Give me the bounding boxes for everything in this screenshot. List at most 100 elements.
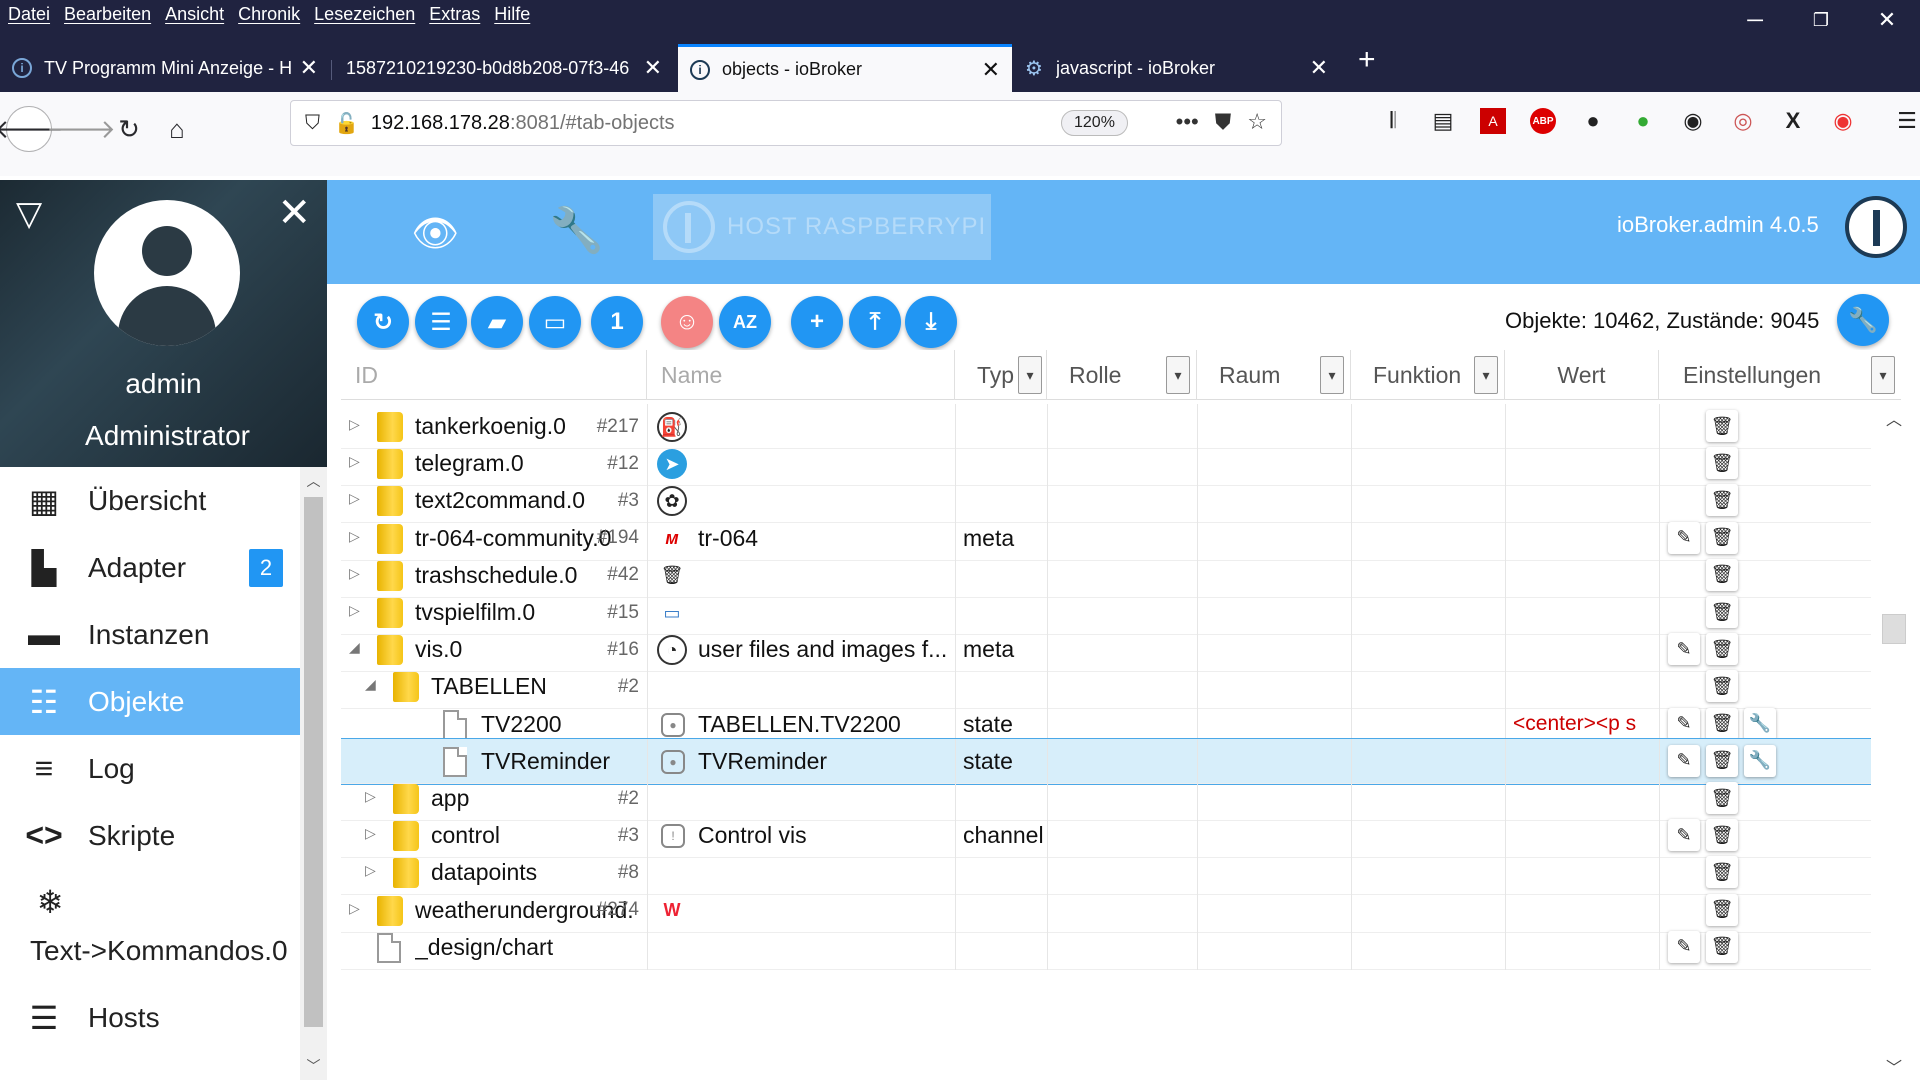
delete-button[interactable]: 🗑 xyxy=(1706,893,1738,926)
add-object-button[interactable]: + xyxy=(791,296,843,348)
sidebar-icon[interactable]: ▤ xyxy=(1430,108,1456,134)
more-icon[interactable]: ••• xyxy=(1176,109,1199,135)
delete-button[interactable]: 🗑 xyxy=(1706,558,1738,591)
delete-button[interactable]: 🗑 xyxy=(1706,484,1738,517)
role-dropdown-icon[interactable]: ▾ xyxy=(1166,356,1190,394)
edit-button[interactable]: ✎ xyxy=(1668,521,1700,554)
browser-tab-tv-programm[interactable]: i TV Programm Mini Anzeige - H ✕ xyxy=(0,44,330,92)
column-room[interactable]: Raum ▾ xyxy=(1197,350,1351,400)
collapse-arrow-icon[interactable]: ◢ xyxy=(365,676,376,693)
scrollbar-thumb[interactable] xyxy=(1882,614,1906,644)
menu-chronik[interactable]: Chronik xyxy=(238,4,300,25)
sidebar-item-log[interactable]: ≡ Log xyxy=(0,735,300,802)
column-role[interactable]: Rolle ▾ xyxy=(1047,350,1197,400)
extension-x-icon[interactable]: X xyxy=(1780,108,1806,134)
scroll-down-icon[interactable]: ﹀ xyxy=(1880,1054,1908,1078)
custom-settings-button[interactable]: 🔧 xyxy=(1744,707,1776,740)
tab-close-icon[interactable]: ✕ xyxy=(644,55,662,81)
custom-settings-button[interactable]: 🔧 xyxy=(1744,744,1776,777)
adblock-icon[interactable]: ABP xyxy=(1530,108,1556,134)
delete-button[interactable]: 🗑 xyxy=(1706,633,1738,666)
delete-button[interactable]: 🗑 xyxy=(1706,856,1738,889)
account-icon[interactable]: ◉ xyxy=(1680,108,1706,134)
menu-hilfe[interactable]: Hilfe xyxy=(494,4,530,25)
menu-lesezeichen[interactable]: Lesezeichen xyxy=(314,4,415,25)
edit-button[interactable]: ✎ xyxy=(1668,633,1700,666)
host-selector[interactable]: HOST RASPBERRYPI xyxy=(653,194,991,260)
expert-mode-button[interactable]: ☺ xyxy=(661,296,713,348)
scroll-up-icon[interactable]: ︿ xyxy=(1880,406,1908,430)
delete-button[interactable]: 🗑 xyxy=(1706,410,1738,442)
download-button[interactable]: ⤓ xyxy=(905,296,957,348)
tab-close-icon[interactable]: ✕ xyxy=(1310,55,1328,81)
iobroker-logo-icon[interactable] xyxy=(1845,196,1907,258)
sidebar-item-uebersicht[interactable]: ▦ Übersicht xyxy=(0,467,300,534)
expand-arrow-icon[interactable]: ▷ xyxy=(349,453,360,470)
delete-button[interactable]: 🗑 xyxy=(1706,596,1738,628)
browser-tab-image[interactable]: 1587210219230-b0d8b208-07f3-46 ✕ xyxy=(334,44,674,92)
hamburger-menu-icon[interactable]: ☰ xyxy=(1894,108,1920,134)
minimize-icon[interactable]: ─ xyxy=(1722,0,1788,40)
sidebar-item-objekte[interactable]: ☷ Objekte xyxy=(0,668,300,735)
scrollbar-thumb[interactable] xyxy=(304,497,323,1027)
extension-red-icon[interactable]: ◉ xyxy=(1830,108,1856,134)
collapse-folders-button[interactable]: ▰ xyxy=(471,296,523,348)
expand-folders-button[interactable]: ▭ xyxy=(529,296,581,348)
room-dropdown-icon[interactable]: ▾ xyxy=(1320,356,1344,394)
delete-button[interactable]: 🗑 xyxy=(1706,819,1738,852)
delete-button[interactable]: 🗑 xyxy=(1706,744,1738,777)
function-dropdown-icon[interactable]: ▾ xyxy=(1474,356,1498,394)
delete-button[interactable]: 🗑 xyxy=(1706,707,1738,740)
home-icon[interactable]: ⌂ xyxy=(154,106,200,152)
eye-icon[interactable]: 👁 xyxy=(411,212,459,256)
edit-button[interactable]: ✎ xyxy=(1668,707,1700,740)
zoom-indicator[interactable]: 120% xyxy=(1061,110,1128,136)
column-function[interactable]: Funktion ▾ xyxy=(1351,350,1505,400)
browser-tab-objects[interactable]: i objects - ioBroker ✕ xyxy=(678,44,1012,92)
table-row[interactable]: _design/chart ✎ 🗑 xyxy=(341,924,1871,970)
sort-az-button[interactable]: AZ xyxy=(719,296,771,348)
reload-icon[interactable]: ↻ xyxy=(106,106,152,152)
scroll-down-icon[interactable]: ﹀ xyxy=(300,1056,327,1076)
library-icon[interactable]: 𝄃 xyxy=(1380,108,1406,134)
list-view-button[interactable]: ☰ xyxy=(415,296,467,348)
expand-arrow-icon[interactable]: ▷ xyxy=(365,788,376,805)
iobroker-triangle-logo-icon[interactable]: ▽ xyxy=(16,197,52,231)
scroll-up-icon[interactable]: ︿ xyxy=(300,471,327,491)
delete-button[interactable]: 🗑 xyxy=(1706,447,1738,480)
settings-wrench-button[interactable]: 🔧 xyxy=(1837,294,1889,346)
forward-icon[interactable]: 🡒 xyxy=(46,106,116,152)
edit-button[interactable]: ✎ xyxy=(1668,744,1700,777)
delete-button[interactable]: 🗑 xyxy=(1706,670,1738,703)
sidebar-item-text2command[interactable]: ❄ Text->Kommandos.0 xyxy=(0,869,300,984)
back-icon[interactable]: 🡐 xyxy=(0,106,64,152)
pdf-icon[interactable]: A xyxy=(1480,108,1506,134)
delete-button[interactable]: 🗑 xyxy=(1706,782,1738,814)
tab-close-icon[interactable]: ✕ xyxy=(982,57,1000,83)
close-window-icon[interactable]: ✕ xyxy=(1854,0,1920,40)
sidebar-close-icon[interactable]: ✕ xyxy=(277,190,311,236)
sidebar-item-skripte[interactable]: <> Skripte xyxy=(0,802,300,869)
restore-icon[interactable]: ❐ xyxy=(1788,0,1854,40)
expand-arrow-icon[interactable]: ▷ xyxy=(349,565,360,582)
collapse-arrow-icon[interactable]: ◢ xyxy=(349,639,360,656)
pocket-icon[interactable]: ⛊ xyxy=(1215,109,1232,135)
expand-arrow-icon[interactable]: ▷ xyxy=(365,825,376,842)
column-type[interactable]: Typ ▾ xyxy=(955,350,1047,400)
wrench-icon[interactable]: 🔧 xyxy=(549,204,604,256)
column-name-filter[interactable]: Name xyxy=(647,350,955,400)
extension-balls-icon[interactable]: ● xyxy=(1580,108,1606,134)
shield-icon[interactable]: ⛉ xyxy=(305,112,320,135)
menu-extras[interactable]: Extras xyxy=(429,4,480,25)
browser-tab-javascript[interactable]: ⚙ javascript - ioBroker ✕ xyxy=(1012,44,1340,92)
expand-arrow-icon[interactable]: ▷ xyxy=(365,862,376,879)
sidebar-item-adapter[interactable]: ▙ Adapter 2 xyxy=(0,534,300,601)
delete-button[interactable]: 🗑 xyxy=(1706,521,1738,554)
new-tab-icon[interactable]: + xyxy=(1358,40,1376,80)
bookmark-star-icon[interactable]: ☆ xyxy=(1247,109,1267,135)
sidebar-item-instanzen[interactable]: ▬ Instanzen xyxy=(0,601,300,668)
edit-button[interactable]: ✎ xyxy=(1668,819,1700,852)
sidebar-scrollbar[interactable]: ︿ ﹀ xyxy=(300,467,327,1080)
tab-close-icon[interactable]: ✕ xyxy=(300,55,318,81)
column-id-filter[interactable]: ID xyxy=(341,350,647,400)
